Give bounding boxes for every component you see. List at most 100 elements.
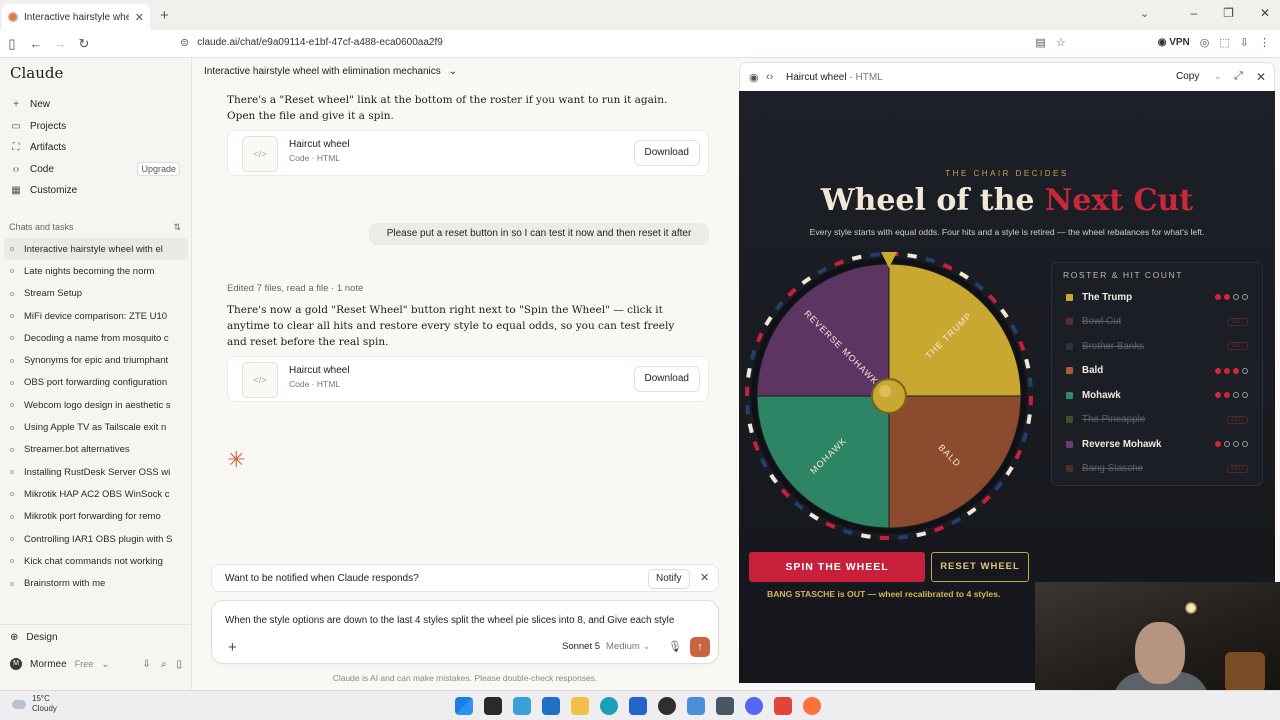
chat-list-item[interactable]: Mikrotik port forwarding for remo xyxy=(4,506,188,528)
copy-options-chevron-icon[interactable]: ⌄ xyxy=(1214,71,1222,82)
dev-tool-icon[interactable] xyxy=(687,697,705,715)
claude-logo[interactable]: Claude xyxy=(10,64,63,82)
obs-icon[interactable] xyxy=(658,697,676,715)
download-app-icon[interactable]: ⇩ xyxy=(142,659,150,670)
file-explorer-icon[interactable] xyxy=(571,697,589,715)
tab-list-chevron-icon[interactable]: ⌄ xyxy=(1140,7,1149,20)
copy-button[interactable]: Copy xyxy=(1176,71,1199,82)
artifact-type: Code · HTML xyxy=(289,379,341,389)
store-icon[interactable] xyxy=(542,697,560,715)
restore-icon[interactable]: ❐ xyxy=(1223,6,1234,20)
spin-button[interactable]: SPIN THE WHEEL xyxy=(749,552,925,582)
edge-icon[interactable] xyxy=(600,697,618,715)
chat-list-item[interactable]: Mikrotik HAP AC2 OBS WinSock c xyxy=(4,483,188,505)
vpn-button[interactable]: ◉ VPN xyxy=(1158,37,1190,48)
sidebar-item-label: Artifacts xyxy=(30,142,67,154)
preview-eye-icon[interactable]: ◉ xyxy=(749,71,759,84)
user-name: Mormee xyxy=(30,658,67,670)
creative-app-icon[interactable] xyxy=(774,697,792,715)
chat-list-item[interactable]: Kick chat commands not working xyxy=(4,550,188,572)
chat-list-item[interactable]: Interactive hairstyle wheel with el xyxy=(4,238,188,261)
roster-name: Mohawk xyxy=(1082,389,1121,401)
bookmark-star-icon[interactable]: ☆ xyxy=(1056,36,1066,49)
wheel-graphic[interactable]: THE TRUMPBALDMOHAWKREVERSE MOHAWK xyxy=(741,248,1037,544)
chat-list-item[interactable]: Webcom logo design in aesthetic s xyxy=(4,394,188,416)
minimize-icon[interactable]: – xyxy=(1190,6,1197,20)
search-icon[interactable]: ⌕ xyxy=(161,659,167,670)
chat-list-item[interactable]: Using Apple TV as Tailscale exit n xyxy=(4,416,188,438)
reader-icon[interactable]: ▤ xyxy=(1035,36,1045,49)
send-button[interactable]: ↑ xyxy=(690,637,710,657)
notify-button[interactable]: Notify xyxy=(648,569,690,589)
add-attachment-icon[interactable]: + xyxy=(228,639,237,656)
conversation-title[interactable]: Interactive hairstyle wheel with elimina… xyxy=(204,66,457,77)
sidebar-item-design[interactable]: ⊕ Design xyxy=(0,625,192,649)
expand-icon[interactable]: ⤢ xyxy=(1234,70,1243,83)
chat-list-item[interactable]: Late nights becoming the norm xyxy=(4,260,188,282)
chat-list-item[interactable]: Streamer.bot alternatives xyxy=(4,439,188,461)
user-menu[interactable]: M Mormee Free ⌄ ⇩ ⌕ ▯ xyxy=(0,649,192,679)
rim-stripe xyxy=(749,349,757,360)
collapse-sidebar-icon[interactable]: ▯ xyxy=(176,659,182,670)
browser-tab-bar: Interactive hairstyle wheel with ✕ + ⌄ –… xyxy=(0,0,1280,30)
download-button[interactable]: Download xyxy=(633,140,700,166)
extensions-icon[interactable]: ⬚ xyxy=(1219,36,1229,49)
chat-list-item[interactable]: Decoding a name from mosquito c xyxy=(4,327,188,349)
forward-icon[interactable]: → xyxy=(48,36,72,51)
download-button[interactable]: Download xyxy=(633,366,700,392)
windows-start-icon[interactable] xyxy=(455,697,473,715)
sidebar-toggle-icon[interactable]: ▯ xyxy=(0,36,24,52)
back-icon[interactable]: ← xyxy=(24,36,48,51)
chat-list-item[interactable]: Synonyms for epic and triumphant xyxy=(4,349,188,371)
artifact-card[interactable]: </> Haircut wheel Code · HTML Download xyxy=(227,356,709,402)
new-tab-icon[interactable]: + xyxy=(160,7,169,24)
download-icon[interactable]: ⇩ xyxy=(1240,36,1249,49)
sort-icon[interactable]: ⇅ xyxy=(173,222,181,233)
mail-icon[interactable] xyxy=(629,697,647,715)
chat-list-item[interactable]: Controlling IAR1 OBS plugin with S xyxy=(4,528,188,550)
site-info-icon[interactable]: ⊜ xyxy=(180,36,189,49)
calculator-icon[interactable] xyxy=(716,697,734,715)
close-tab-icon[interactable]: ✕ xyxy=(135,11,144,24)
sidebar-item-projects[interactable]: ▭ Projects xyxy=(0,116,192,138)
user-plan: Free xyxy=(74,659,94,669)
model-selector[interactable]: Sonnet 5 Medium ⌄ xyxy=(562,641,650,652)
firefox-icon[interactable] xyxy=(803,697,821,715)
upgrade-badge[interactable]: Upgrade xyxy=(137,162,180,177)
close-icon[interactable]: ✕ xyxy=(700,571,709,584)
sidebar-item-customize[interactable]: ▦ Customize xyxy=(0,180,192,202)
message-composer[interactable]: When the style options are down to the l… xyxy=(211,600,719,664)
chat-title: Decoding a name from mosquito c xyxy=(24,332,169,344)
reload-icon[interactable]: ↻ xyxy=(72,36,96,52)
microphone-icon[interactable]: 🎙 xyxy=(668,640,682,653)
browser-tab-active[interactable]: Interactive hairstyle wheel with ✕ xyxy=(2,4,150,30)
profile-icon[interactable]: ◎ xyxy=(1200,36,1210,49)
roster-name: Bang Stasche xyxy=(1082,463,1144,474)
discord-icon[interactable] xyxy=(745,697,763,715)
out-badge: OUT xyxy=(1227,342,1248,350)
code-view-icon[interactable]: ‹› xyxy=(766,71,773,83)
composer-input[interactable]: When the style options are down to the l… xyxy=(225,615,715,626)
close-window-icon[interactable]: ✕ xyxy=(1260,6,1270,20)
weather-widget[interactable]: 15°C Cloudy xyxy=(12,694,57,714)
prize-wheel[interactable]: THE TRUMP BALD MOHAWK REVERSE MOHAWK xyxy=(741,248,1037,544)
menu-icon[interactable]: ⋮ xyxy=(1259,36,1270,49)
url-field[interactable]: ⊜ claude.ai/chat/e9a09114-e1bf-47cf-a488… xyxy=(180,36,443,49)
artifact-card[interactable]: </> Haircut wheel Code · HTML Download xyxy=(227,130,709,176)
chat-list-item[interactable]: MiFi device comparison: ZTE U10 xyxy=(4,305,188,327)
reset-button[interactable]: RESET WHEEL xyxy=(931,552,1029,582)
chat-list-item[interactable]: Brainstorm with me xyxy=(4,572,188,594)
tagline: Every style starts with equal odds. Four… xyxy=(809,227,1205,237)
task-view-icon[interactable] xyxy=(484,697,502,715)
chat-list-item[interactable]: Installing RustDesk Server OSS wi xyxy=(4,461,188,483)
chat-list-item[interactable]: Stream Setup xyxy=(4,283,188,305)
sidebar-item-artifacts[interactable]: ⛶ Artifacts xyxy=(0,137,192,159)
hit-dot xyxy=(1233,392,1239,398)
tool-summary[interactable]: Edited 7 files, read a file · 1 note xyxy=(227,283,363,294)
close-panel-icon[interactable]: ✕ xyxy=(1256,70,1266,84)
sidebar-item-new[interactable]: + New xyxy=(0,94,192,116)
rim-stripe xyxy=(925,256,936,264)
sidebar-item-code[interactable]: ‹› Code Upgrade xyxy=(0,159,192,181)
chat-list-item[interactable]: OBS port forwarding configuration xyxy=(4,372,188,394)
chat-app-icon[interactable] xyxy=(513,697,531,715)
